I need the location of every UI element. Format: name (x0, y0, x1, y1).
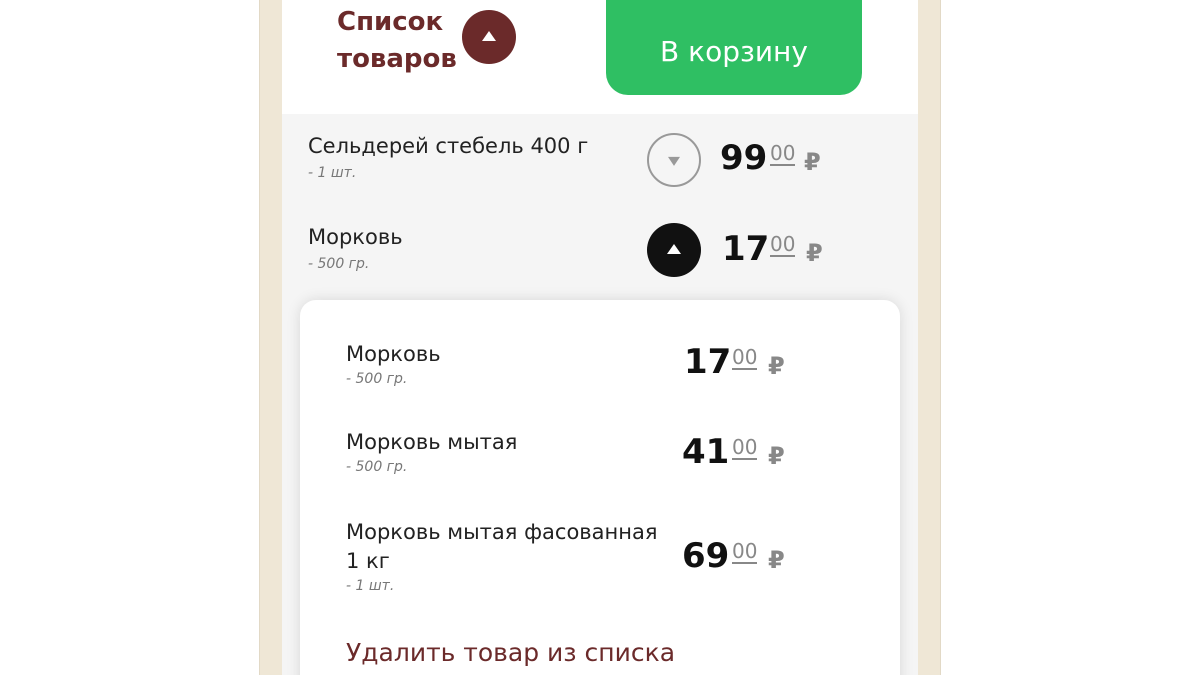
option-qty: - 500 гр. (346, 371, 408, 387)
option-qty: - 1 шт. (346, 578, 395, 594)
option-name: Морковь (346, 342, 441, 366)
item-price: 99 00 ₽ (720, 138, 850, 188)
list-title-line2: товаров (337, 44, 457, 74)
currency-sign: ₽ (768, 442, 785, 470)
chevron-down-icon (668, 156, 680, 166)
price-fraction: 00 (732, 539, 758, 564)
item-qty: - 500 гр. (308, 256, 370, 272)
app-screen: Список товаров В корзину Сельдерей стебе… (282, 0, 918, 675)
alternative-option[interactable]: Морковь мытая фасованная 1 кг - 1 шт. 69… (300, 518, 900, 608)
item-qty: - 1 шт. (308, 165, 357, 181)
list-item: Сельдерей стебель 400 г - 1 шт. 99 00 ₽ (282, 114, 918, 204)
alternative-option[interactable]: Морковь - 500 гр. 17 00 ₽ (300, 340, 900, 400)
alternatives-dropdown: Морковь - 500 гр. 17 00 ₽ Морковь мытая … (300, 300, 900, 675)
add-to-cart-button[interactable]: В корзину (606, 0, 862, 95)
price-whole: 17 (722, 229, 770, 269)
currency-sign: ₽ (806, 239, 823, 267)
list-title-line1: Список (337, 7, 444, 37)
collapse-item-button[interactable] (647, 223, 701, 277)
list-item: Морковь - 500 гр. 17 00 ₽ (282, 205, 918, 295)
price-whole: 99 (720, 138, 768, 178)
alternative-option[interactable]: Морковь мытая - 500 гр. 41 00 ₽ (300, 428, 900, 488)
currency-sign: ₽ (768, 546, 785, 574)
header: Список товаров В корзину (282, 0, 918, 114)
item-name: Морковь (308, 225, 403, 249)
delete-item-link[interactable]: Удалить товар из списка (346, 638, 675, 667)
option-price: 69 00 ₽ (682, 536, 812, 586)
price-fraction: 00 (732, 435, 758, 460)
option-name: Морковь мытая (346, 430, 518, 454)
item-name: Сельдерей стебель 400 г (308, 134, 589, 158)
item-price: 17 00 ₽ (722, 229, 852, 279)
option-name: Морковь мытая фасованная 1 кг (346, 520, 658, 573)
option-price: 17 00 ₽ (684, 342, 814, 392)
list-title: Список товаров (337, 4, 467, 78)
option-price: 41 00 ₽ (682, 432, 812, 482)
currency-sign: ₽ (804, 148, 821, 176)
price-fraction: 00 (770, 232, 796, 257)
chevron-up-icon (482, 31, 496, 41)
currency-sign: ₽ (768, 352, 785, 380)
price-fraction: 00 (732, 345, 758, 370)
expand-item-button[interactable] (647, 133, 701, 187)
chevron-up-icon (667, 244, 681, 254)
price-whole: 69 (682, 536, 730, 576)
collapse-list-button[interactable] (462, 10, 516, 64)
price-whole: 17 (684, 342, 732, 382)
option-qty: - 500 гр. (346, 459, 408, 475)
price-fraction: 00 (770, 141, 796, 166)
price-whole: 41 (682, 432, 730, 472)
